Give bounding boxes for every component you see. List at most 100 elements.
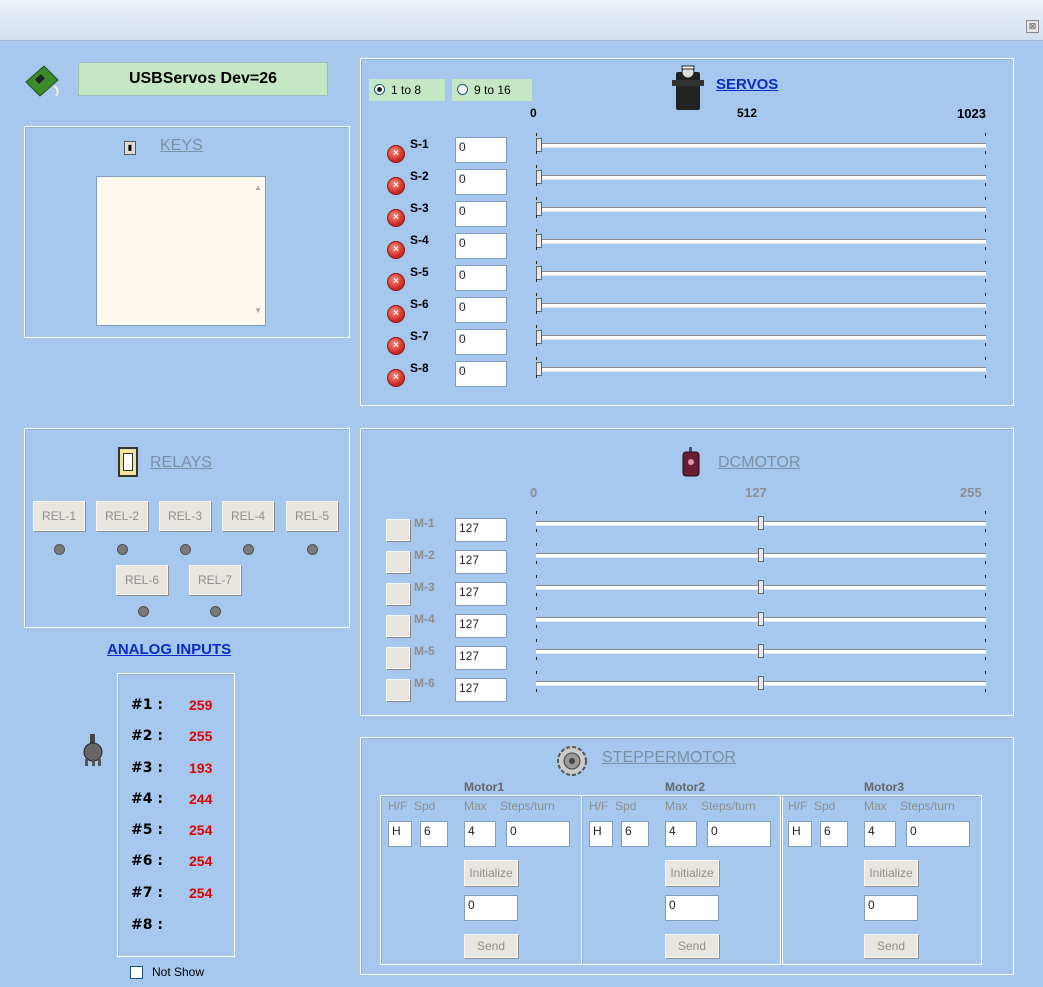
dcmotor-value-input[interactable]: 127 [455,550,507,574]
dcmotor-slider-thumb[interactable] [758,644,764,658]
not-show-checkbox[interactable] [130,966,143,979]
slider-tick [536,311,537,314]
speed-input[interactable]: 6 [820,821,848,847]
servo-slider-thumb[interactable] [536,330,542,344]
dcmotor-enable-button[interactable] [386,679,410,701]
servo-value-input[interactable]: 0 [455,297,507,323]
servo-disable-button[interactable]: × [387,241,405,259]
send-value-input[interactable]: 0 [464,895,518,921]
servo-disable-button[interactable]: × [387,305,405,323]
dcmotor-slider-thumb[interactable] [758,612,764,626]
dcmotor-value-input[interactable]: 127 [455,646,507,670]
servo-slider-thumb[interactable] [536,266,542,280]
relay-button-4[interactable]: REL-4 [222,501,274,531]
servo-slider-track[interactable] [536,175,986,180]
servo-slider-track[interactable] [536,143,986,148]
initialize-button[interactable]: Initialize [464,860,518,886]
send-button[interactable]: Send [665,934,719,958]
speed-input[interactable]: 6 [621,821,649,847]
servo-disable-button[interactable]: × [387,273,405,291]
speed-input[interactable]: 6 [420,821,448,847]
servo-slider-thumb[interactable] [536,202,542,216]
servo-value-input[interactable]: 0 [455,265,507,291]
servo-value-input[interactable]: 0 [455,329,507,355]
steps-per-turn-label: Steps/turn [900,799,955,813]
dcmotor-value-input[interactable]: 127 [455,582,507,606]
servo-slider-thumb[interactable] [536,138,542,152]
dcmotor-slider-thumb[interactable] [758,676,764,690]
dcmotor-enable-button[interactable] [386,551,410,573]
relay-button-3[interactable]: REL-3 [159,501,211,531]
send-value-input[interactable]: 0 [665,895,719,921]
dcmotor-value-input[interactable]: 127 [455,518,507,542]
steps-per-turn-input[interactable]: 0 [506,821,570,847]
relay-button-5[interactable]: REL-5 [286,501,338,531]
dcmotor-enable-button[interactable] [386,647,410,669]
servo-range-radio-1[interactable]: 1 to 8 [369,79,445,101]
servo-slider-thumb[interactable] [536,234,542,248]
servo-value-input[interactable]: 0 [455,137,507,163]
servo-slider-thumb[interactable] [536,362,542,376]
relay-button-1[interactable]: REL-1 [33,501,85,531]
send-button[interactable]: Send [864,934,918,958]
servo-disable-button[interactable]: × [387,209,405,227]
steps-per-turn-input[interactable]: 0 [906,821,970,847]
dcmotor-enable-button[interactable] [386,583,410,605]
max-input[interactable]: 4 [864,821,896,847]
scroll-up-arrow[interactable]: ▲ [254,183,262,192]
dcmotor-value-input[interactable]: 127 [455,678,507,702]
relay-indicator-4 [243,544,254,555]
steps-per-turn-input[interactable]: 0 [707,821,771,847]
relay-button-2[interactable]: REL-2 [96,501,148,531]
slider-tick [536,625,537,628]
dcmotor-slider-thumb[interactable] [758,516,764,530]
slider-tick [536,543,537,546]
max-input[interactable]: 4 [665,821,697,847]
servo-slider-track[interactable] [536,239,986,244]
stepper-title: STEPPERMOTOR [602,749,736,766]
servo-range-radio-2[interactable]: 9 to 16 [452,79,532,101]
hf-input[interactable]: H [388,821,412,847]
slider-tick [536,247,537,250]
servo-disable-button[interactable]: × [387,337,405,355]
analog-inputs-title[interactable]: ANALOG INPUTS [107,641,231,658]
servo-slider-thumb[interactable] [536,298,542,312]
initialize-button[interactable]: Initialize [665,860,719,886]
servo-disable-button[interactable]: × [387,177,405,195]
servo-value-input[interactable]: 0 [455,201,507,227]
servo-value-input[interactable]: 0 [455,233,507,259]
initialize-button[interactable]: Initialize [864,860,918,886]
relays-title: RELAYS [150,454,212,471]
dcmotor-slider-thumb[interactable] [758,548,764,562]
servo-slider-thumb[interactable] [536,170,542,184]
servos-title[interactable]: SERVOS [716,76,778,93]
window-close-button[interactable]: ⊠ [1026,20,1039,33]
servo-slider-track[interactable] [536,303,986,308]
slider-tick [536,657,537,660]
dcmotor-enable-button[interactable] [386,615,410,637]
relay-button-7[interactable]: REL-7 [189,565,241,595]
keys-listbox[interactable]: ▲ ▼ [96,176,266,326]
servo-slider-track[interactable] [536,367,986,372]
dcmotor-enable-button[interactable] [386,519,410,541]
servo-value-input[interactable]: 0 [455,361,507,387]
slider-tick [536,561,537,564]
send-button[interactable]: Send [464,934,518,958]
servo-disable-button[interactable]: × [387,369,405,387]
servo-disable-button[interactable]: × [387,145,405,163]
servo-value-input[interactable]: 0 [455,169,507,195]
send-value-input[interactable]: 0 [864,895,918,921]
hf-input[interactable]: H [589,821,613,847]
analog-inputs-panel [117,673,235,957]
servo-slider-track[interactable] [536,207,986,212]
hf-input[interactable]: H [788,821,812,847]
servo-slider-track[interactable] [536,271,986,276]
slider-tick [536,151,537,154]
dcmotor-slider-thumb[interactable] [758,580,764,594]
slider-tick [985,639,986,642]
scroll-down-arrow[interactable]: ▼ [254,306,262,315]
max-input[interactable]: 4 [464,821,496,847]
relay-button-6[interactable]: REL-6 [116,565,168,595]
servo-slider-track[interactable] [536,335,986,340]
dcmotor-value-input[interactable]: 127 [455,614,507,638]
